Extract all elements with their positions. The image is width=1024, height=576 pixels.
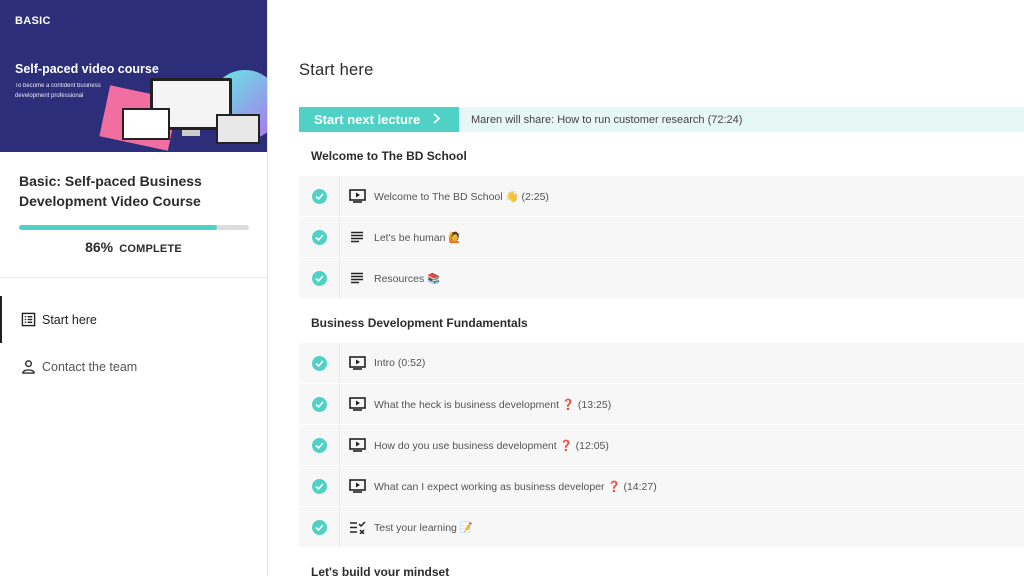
sidebar: BASIC Self-paced video course To become …: [0, 0, 268, 576]
section-title: Welcome to The BD School: [311, 149, 467, 163]
next-lecture-bar: Start next lecture Maren will share: How…: [299, 107, 1024, 132]
progress-text: 86% COMPLETE: [19, 239, 248, 255]
check-icon-wrap: [299, 437, 339, 453]
check-icon-wrap: [299, 229, 339, 245]
completed-check-icon: [311, 437, 327, 453]
hero-title: Self-paced video course: [15, 62, 159, 76]
course-sections: Welcome to The BD School Welcome to The B…: [299, 136, 1024, 576]
check-icon-wrap: [299, 396, 339, 412]
progress-percent: 86%: [85, 239, 114, 255]
nav-item-label: Start here: [42, 312, 97, 327]
start-next-lecture-button[interactable]: Start next lecture: [299, 107, 459, 132]
check-icon-wrap: [299, 478, 339, 494]
hero-brand: BASIC: [15, 15, 51, 27]
section-title: Business Development Fundamentals: [311, 316, 528, 330]
completed-check-icon: [311, 270, 327, 286]
nav-item-start-here[interactable]: Start here: [0, 296, 267, 343]
lecture-row[interactable]: Test your learning 📝: [299, 506, 1024, 548]
section-title: Let's build your mindset: [311, 565, 450, 576]
person-icon: [20, 359, 36, 375]
lecture-row[interactable]: Resources 📚: [299, 257, 1024, 299]
start-next-lecture-label: Start next lecture: [314, 112, 421, 127]
video-icon: [340, 397, 374, 411]
lecture-name: What can I expect working as business de…: [374, 480, 657, 493]
lecture-row[interactable]: How do you use business development ❓ (1…: [299, 424, 1024, 466]
text-icon: [340, 231, 374, 243]
lecture-name: Resources 📚: [374, 272, 441, 285]
check-icon-wrap: [299, 355, 339, 371]
chevron-right-icon: [432, 112, 441, 127]
sidebar-nav: Start here Contact the team: [0, 278, 267, 390]
completed-check-icon: [311, 478, 327, 494]
video-icon: [340, 479, 374, 493]
lecture-row[interactable]: Let's be human 🙋: [299, 216, 1024, 258]
video-icon: [340, 356, 374, 370]
hero-monitor-stand: [182, 130, 200, 136]
page-title: Start here: [299, 61, 374, 79]
hero-laptop-illustration: [122, 108, 170, 140]
progress-complete-label: COMPLETE: [119, 243, 182, 255]
lecture-row[interactable]: Intro (0:52): [299, 342, 1024, 384]
completed-check-icon: [311, 396, 327, 412]
check-icon-wrap: [299, 270, 339, 286]
quiz-icon: [340, 520, 374, 534]
nav-item-label: Contact the team: [42, 359, 138, 374]
completed-check-icon: [311, 519, 327, 535]
list-icon: [20, 312, 36, 328]
lecture-row[interactable]: Welcome to The BD School 👋 (2:25): [299, 175, 1024, 217]
course-title: Basic: Self-paced Business Development V…: [19, 173, 202, 209]
main-content: Start here Start next lecture Maren will…: [268, 0, 1024, 576]
hero-subtitle: To become a confident business developme…: [15, 83, 101, 99]
check-icon-wrap: [299, 188, 339, 204]
lecture-row[interactable]: What the heck is business development ❓ …: [299, 383, 1024, 425]
app: BASIC Self-paced video course To become …: [0, 0, 1024, 576]
progress-bar-fill: [19, 225, 217, 230]
progress-bar: [19, 225, 249, 230]
lecture-name: Test your learning 📝: [374, 521, 473, 534]
completed-check-icon: [311, 355, 327, 371]
video-icon: [340, 438, 374, 452]
hero-tablet-illustration: [216, 114, 260, 144]
video-icon: [340, 189, 374, 203]
lecture-name: How do you use business development ❓ (1…: [374, 439, 609, 452]
completed-check-icon: [311, 188, 327, 204]
lecture-name: Let's be human 🙋: [374, 231, 462, 244]
lecture-name: Intro (0:52): [374, 357, 426, 369]
completed-check-icon: [311, 229, 327, 245]
text-icon: [340, 272, 374, 284]
next-lecture-info: Maren will share: How to run customer re…: [471, 113, 743, 126]
nav-item-contact-the-team[interactable]: Contact the team: [0, 343, 267, 390]
course-hero-image: BASIC Self-paced video course To become …: [0, 0, 267, 152]
course-info: Basic: Self-paced Business Development V…: [0, 152, 267, 278]
lecture-name: Welcome to The BD School 👋 (2:25): [374, 190, 549, 203]
check-icon-wrap: [299, 519, 339, 535]
lecture-name: What the heck is business development ❓ …: [374, 398, 612, 411]
lecture-row[interactable]: What can I expect working as business de…: [299, 465, 1024, 507]
